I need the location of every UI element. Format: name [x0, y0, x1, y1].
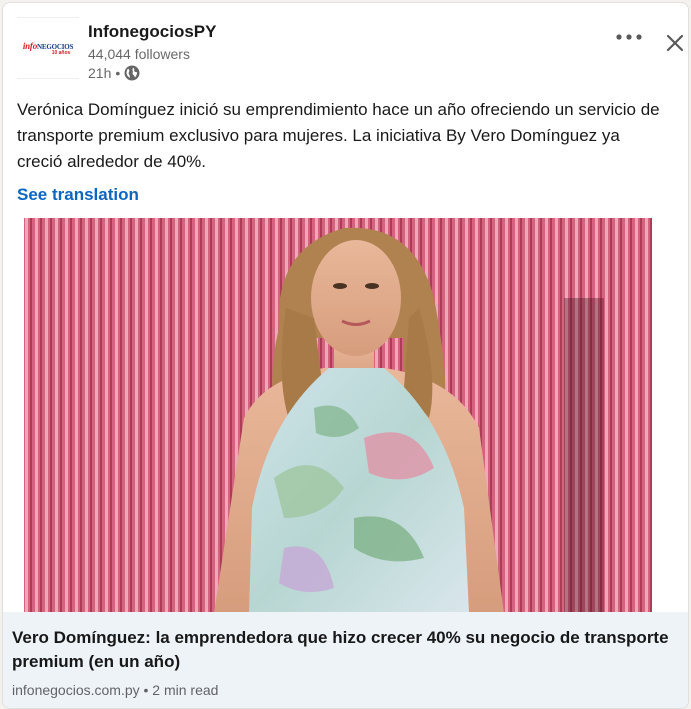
post-image[interactable] — [24, 218, 652, 613]
post-meta: 21h • — [88, 65, 216, 81]
article-title[interactable]: Vero Domínguez: la emprendedora que hizo… — [12, 626, 672, 674]
feed-post-card: infoNEGOCIOS 10 años InfonegociosPY 44,0… — [2, 2, 689, 709]
company-logo[interactable]: infoNEGOCIOS 10 años — [17, 17, 79, 79]
article-meta: infonegocios.com.py • 2 min read — [12, 682, 219, 698]
globe-icon — [124, 65, 140, 81]
meta-separator: • — [115, 65, 121, 81]
post-body-text: Verónica Domínguez inició su emprendimie… — [17, 100, 660, 171]
follower-count: 44,044 followers — [88, 46, 190, 62]
author-name[interactable]: InfonegociosPY — [88, 22, 216, 42]
see-translation-link[interactable]: See translation — [17, 185, 139, 205]
more-options-icon[interactable] — [615, 27, 643, 47]
post-image-art — [24, 218, 652, 613]
author-info: InfonegociosPY 44,044 followers 21h • — [88, 22, 216, 81]
post-time: 21h — [88, 65, 112, 81]
post-header: infoNEGOCIOS 10 años InfonegociosPY 44,0… — [17, 17, 684, 87]
article-link-preview[interactable]: Vero Domínguez: la emprendedora que hizo… — [3, 612, 688, 708]
close-icon[interactable] — [665, 33, 685, 53]
